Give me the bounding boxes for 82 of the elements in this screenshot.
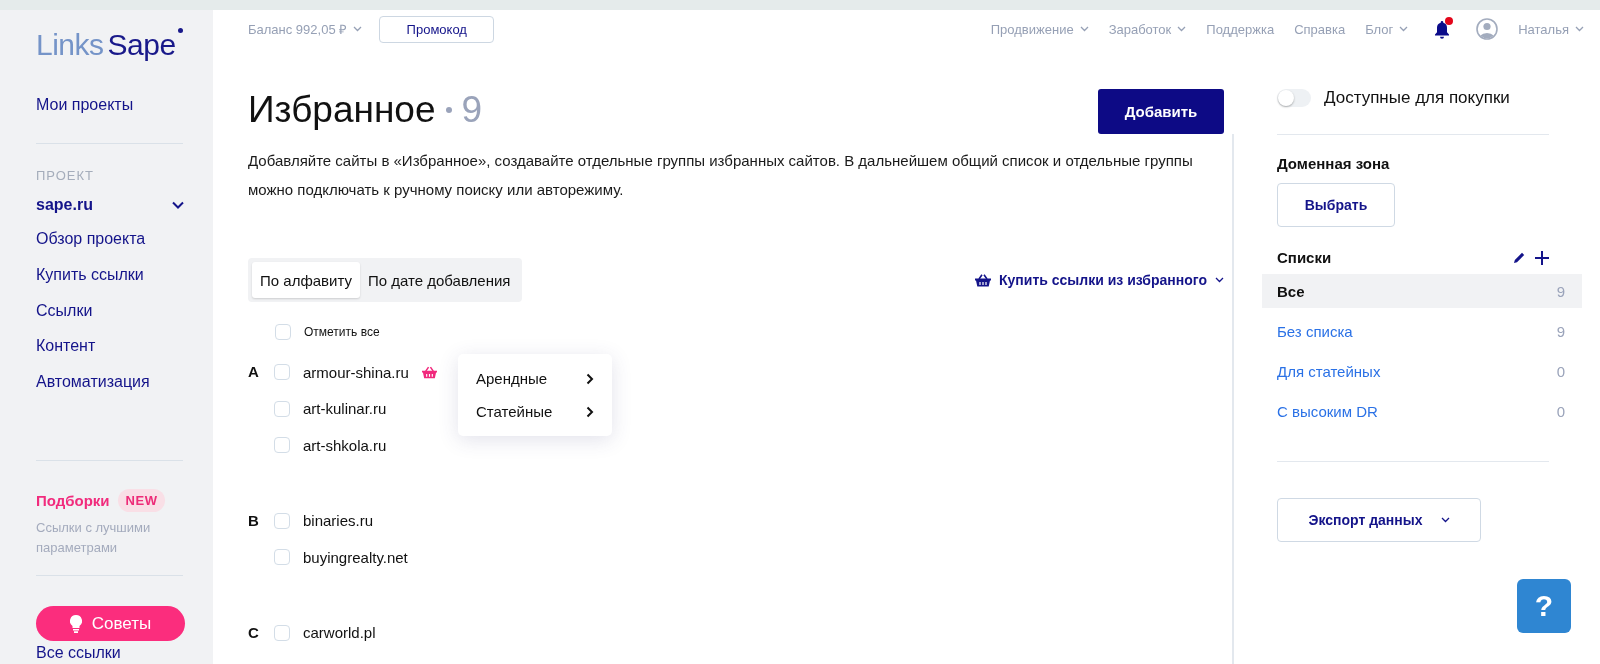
promo-code-button[interactable]: Промокод bbox=[379, 15, 495, 43]
chevron-down-icon bbox=[353, 26, 363, 32]
nav-label: Блог bbox=[1365, 21, 1394, 37]
site-domain[interactable]: armour-shina.ru bbox=[303, 363, 409, 381]
group-letter: C bbox=[248, 622, 260, 643]
bell-icon[interactable] bbox=[1434, 19, 1451, 39]
site-domain[interactable]: carworld.pl bbox=[303, 624, 376, 642]
project-selector[interactable]: sape.ru bbox=[36, 190, 184, 222]
menu-label: Статейные bbox=[476, 403, 553, 420]
buy-links-dropdown[interactable]: Купить ссылки из избранного bbox=[975, 272, 1224, 288]
sidebar-item[interactable]: Контент bbox=[36, 328, 96, 364]
page-description: Добавляйте сайты в «Избранное», создавайте отдельные группы избранных сайтов. В дальнейшем общий список и отдельные группы можно подключать к ручному поиску или авторежиму. bbox=[248, 151, 1194, 200]
chevron-right-icon bbox=[586, 372, 594, 385]
list-count: 9 bbox=[1556, 282, 1565, 300]
checkbox[interactable] bbox=[274, 549, 290, 566]
export-button[interactable]: Экспорт данных bbox=[1277, 498, 1481, 542]
list-count: 0 bbox=[1556, 362, 1565, 380]
nav-label: Продвижение bbox=[990, 21, 1074, 37]
list-item[interactable]: Без списка 9 bbox=[1262, 314, 1582, 348]
section-title: Доменная зона bbox=[1277, 155, 1391, 172]
menu-item[interactable]: Статейные bbox=[458, 395, 612, 428]
basket-icon[interactable] bbox=[421, 365, 437, 379]
section-title: Списки bbox=[1277, 249, 1332, 266]
logo: LinksSape bbox=[36, 28, 183, 62]
sidebar-item[interactable]: Автоматизация bbox=[36, 363, 150, 400]
help-button[interactable]: ? bbox=[1517, 579, 1571, 633]
lightbulb-icon bbox=[69, 614, 82, 633]
plus-icon[interactable] bbox=[1535, 250, 1549, 265]
list-name: Для статейных bbox=[1277, 362, 1381, 380]
chevron-right-icon bbox=[586, 405, 594, 418]
site-domain[interactable]: art-shkola.ru bbox=[303, 436, 387, 454]
basket-icon bbox=[975, 273, 991, 287]
sidebar-item[interactable]: Купить ссылки bbox=[36, 257, 144, 293]
balance-amount: Баланс 992,05 ₽ bbox=[248, 21, 348, 38]
chevron-down-icon bbox=[1215, 277, 1224, 283]
checkbox[interactable] bbox=[275, 324, 291, 340]
sort-tab[interactable]: По дате добавления bbox=[359, 262, 519, 298]
sort-tab[interactable]: По алфавиту bbox=[252, 262, 360, 298]
site-domain[interactable]: binaries.ru bbox=[303, 512, 374, 530]
pencil-icon[interactable] bbox=[1514, 252, 1525, 263]
sidebar-item[interactable]: Ссылки bbox=[36, 292, 93, 329]
list-item[interactable]: Все 9 bbox=[1262, 274, 1582, 308]
section-label: ПРОЕКТ bbox=[36, 167, 96, 183]
list-count: 0 bbox=[1556, 402, 1565, 420]
group-letter: A bbox=[248, 362, 260, 382]
toggle-label: Доступные для покупки bbox=[1324, 88, 1510, 108]
list-item[interactable]: Для статейных 0 bbox=[1262, 354, 1582, 388]
checkbox[interactable] bbox=[274, 437, 290, 454]
export-label: Экспорт данных bbox=[1308, 512, 1423, 528]
site-domain[interactable]: art-kulinar.ru bbox=[303, 400, 387, 418]
list-name: Все bbox=[1277, 282, 1305, 300]
page-title: Избранное bbox=[248, 89, 436, 131]
select-button[interactable]: Выбрать bbox=[1277, 183, 1395, 227]
buy-links-label: Купить ссылки из избранного bbox=[999, 272, 1207, 288]
list-name: С высоким DR bbox=[1277, 402, 1378, 420]
sidebar-item[interactable]: Все ссылки bbox=[36, 644, 121, 662]
toggle-switch[interactable] bbox=[1277, 89, 1311, 107]
new-badge: NEW bbox=[117, 488, 166, 512]
list-name: Без списка bbox=[1277, 322, 1353, 340]
chevron-down-icon bbox=[1575, 26, 1584, 32]
list-count: 9 bbox=[1556, 322, 1565, 340]
checkbox[interactable] bbox=[274, 364, 290, 381]
sidebar-item[interactable]: Мои проекты bbox=[36, 87, 134, 123]
menu-label: Арендные bbox=[476, 370, 548, 387]
select-all-label: Отметить все bbox=[304, 325, 380, 339]
add-button[interactable]: Добавить bbox=[1098, 89, 1224, 134]
checkbox[interactable] bbox=[274, 400, 290, 417]
chevron-down-icon bbox=[1440, 517, 1450, 523]
user-name: Наталья bbox=[1518, 21, 1569, 37]
list-item[interactable]: С высоким DR 0 bbox=[1262, 394, 1582, 428]
group-letter: B bbox=[248, 510, 260, 531]
project-name: sape.ru bbox=[36, 195, 93, 214]
nav-label: Заработок bbox=[1108, 21, 1172, 37]
tips-button[interactable]: Советы bbox=[36, 606, 185, 641]
checkbox[interactable] bbox=[274, 624, 290, 641]
sidebar-item[interactable]: Обзор проекта bbox=[36, 221, 146, 258]
checkbox[interactable] bbox=[274, 512, 290, 529]
menu-item[interactable]: Арендные bbox=[458, 362, 612, 395]
favorites-count: 9 bbox=[461, 89, 483, 131]
user-avatar-icon[interactable] bbox=[1476, 18, 1499, 40]
promo-description: Ссылки с лучшими параметрами bbox=[36, 518, 152, 557]
site-domain[interactable]: buyingrealty.net bbox=[303, 548, 408, 566]
